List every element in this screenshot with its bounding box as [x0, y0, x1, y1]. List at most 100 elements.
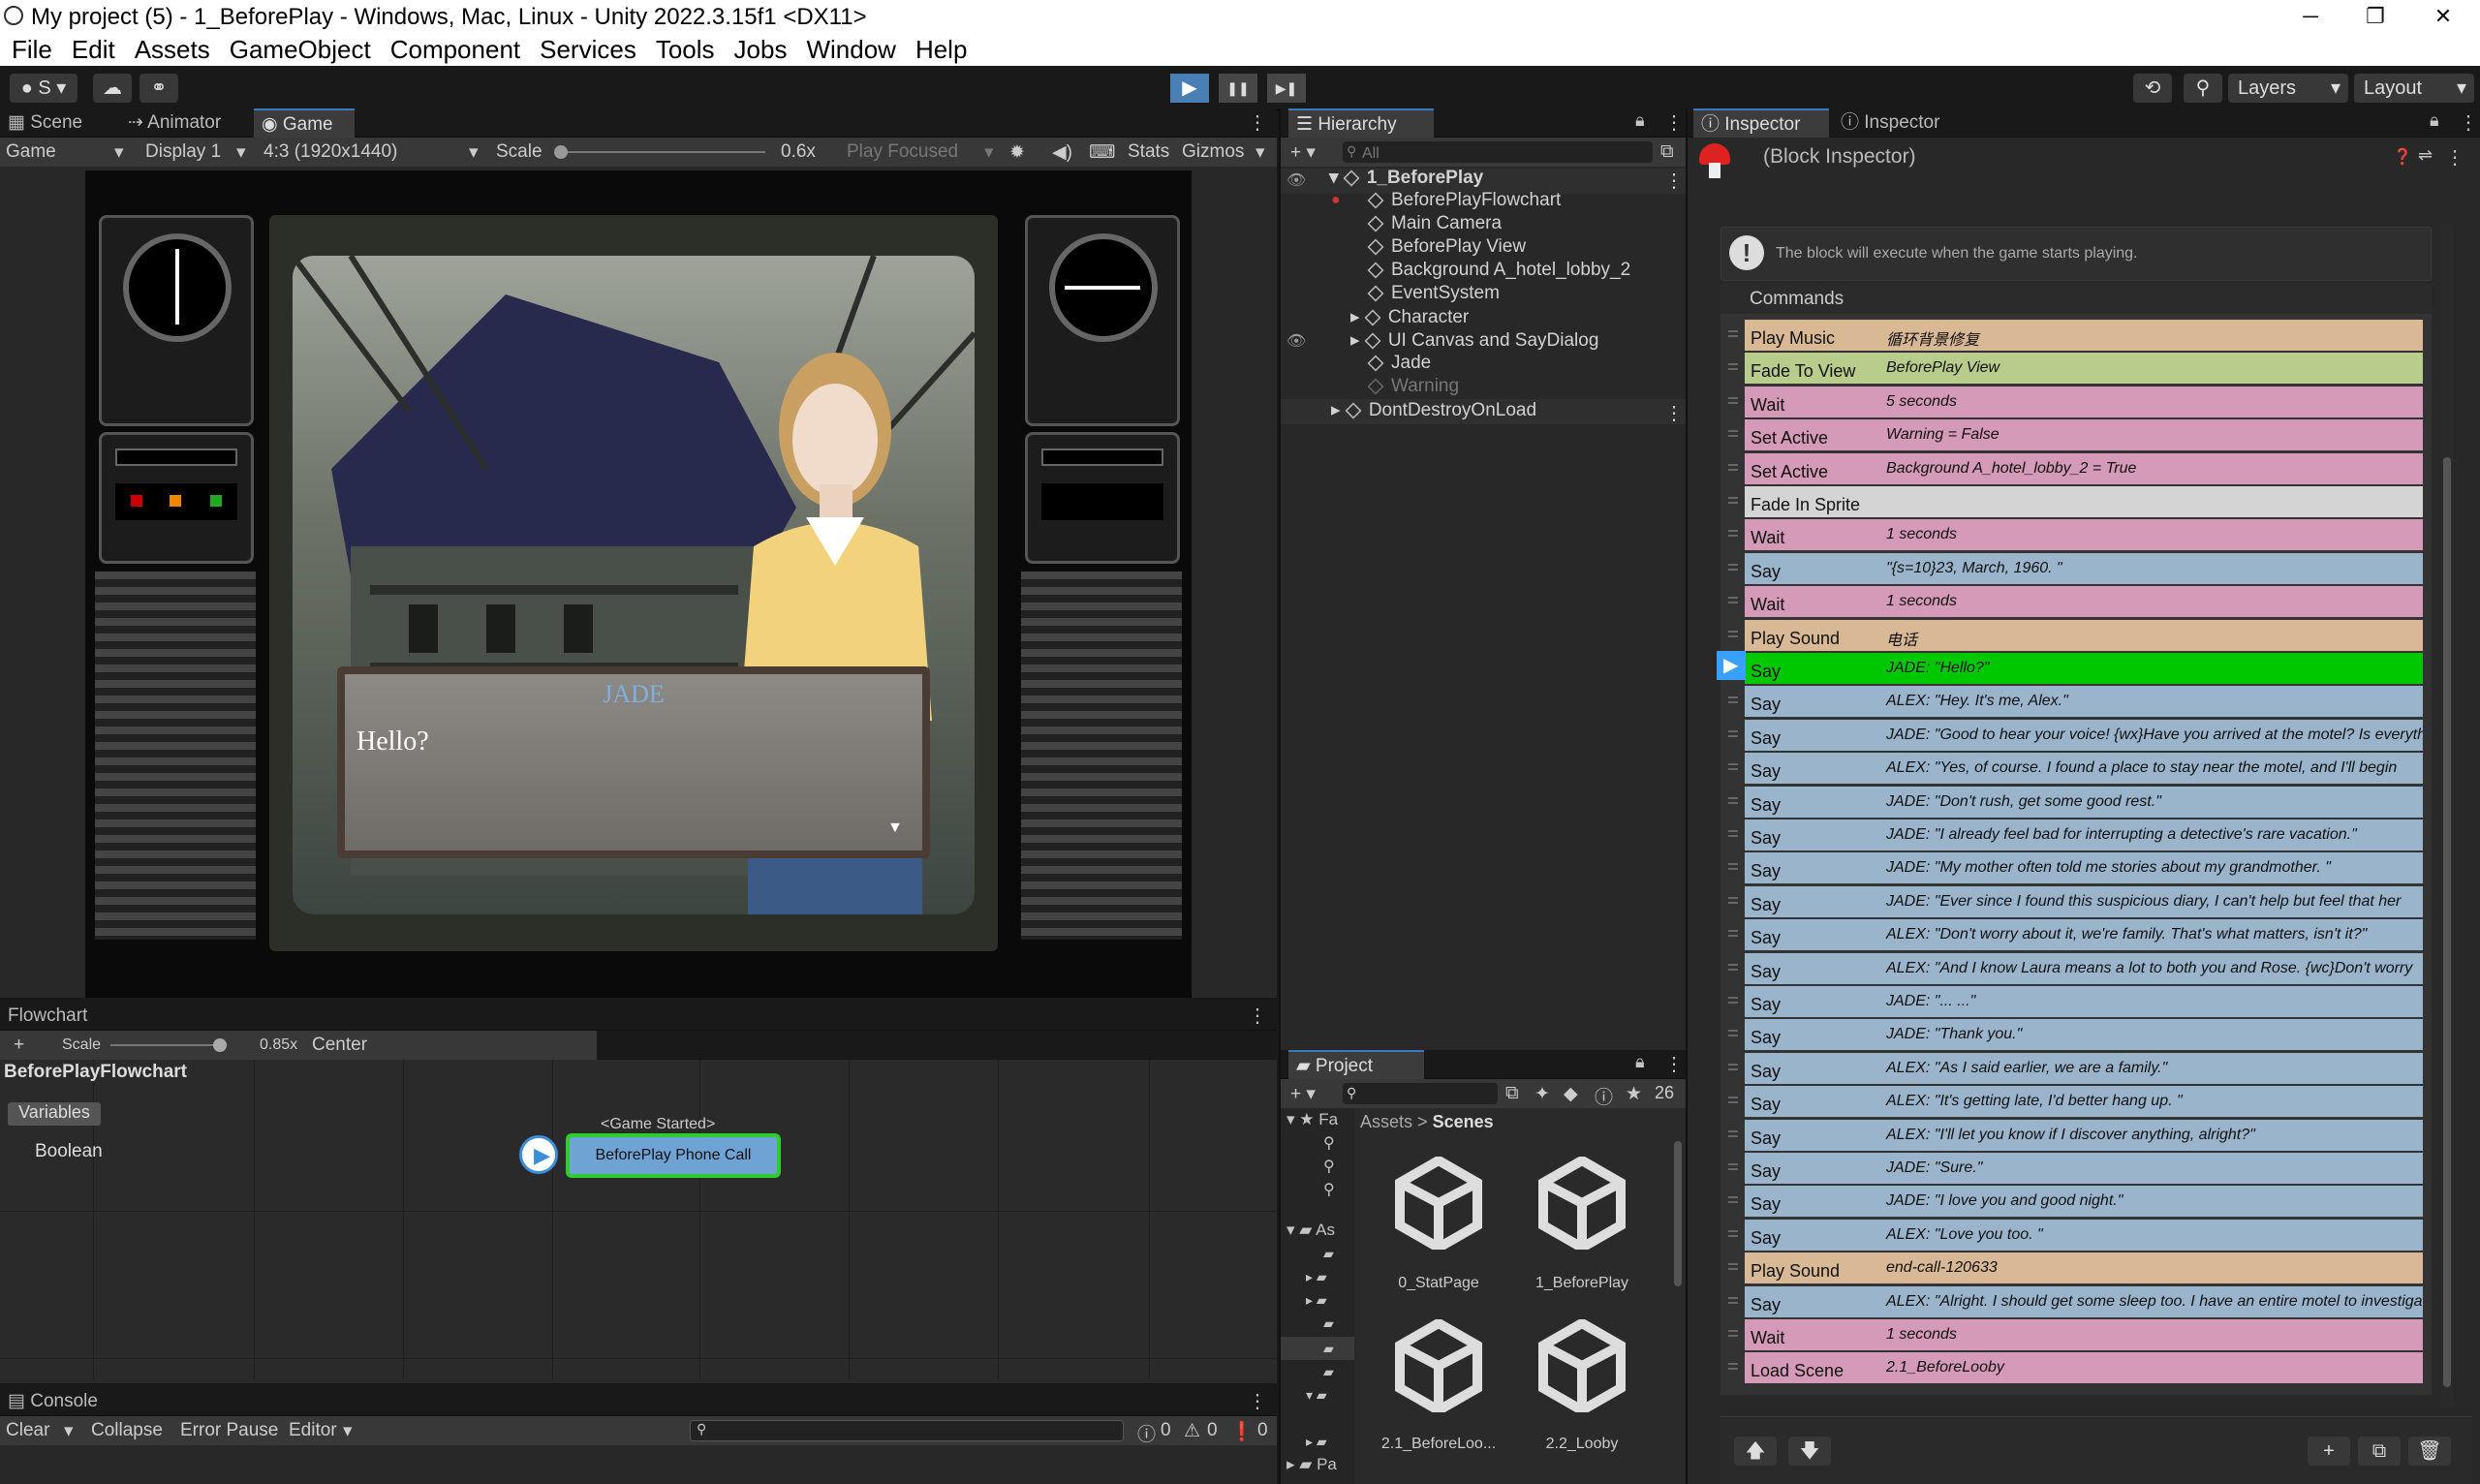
- drag-handle-icon[interactable]: [1726, 1019, 1740, 1050]
- maximize-button[interactable]: ❐: [2346, 0, 2404, 33]
- drag-handle-icon[interactable]: [1726, 1220, 1740, 1251]
- menu-tools[interactable]: Tools: [656, 33, 715, 66]
- more-icon[interactable]: ⋮: [1664, 110, 1684, 135]
- drag-handle-icon[interactable]: [1726, 419, 1740, 450]
- command-row[interactable]: Wait 5 seconds: [1745, 386, 2423, 419]
- error-pause-button[interactable]: Error Pause: [180, 1420, 278, 1441]
- drag-handle-icon[interactable]: [1726, 953, 1740, 984]
- visibility-eye-icon[interactable]: 👁︎: [1286, 170, 1306, 190]
- menu-jobs[interactable]: Jobs: [734, 33, 788, 66]
- tab-game[interactable]: ◉ Game: [254, 108, 355, 138]
- search-icon[interactable]: ⚲: [2184, 74, 2222, 103]
- packages-folder[interactable]: ▸ ▰ Pa: [1286, 1455, 1337, 1474]
- continue-arrow-icon[interactable]: ▼: [887, 819, 903, 837]
- search-icon[interactable]: ⚲: [1323, 1157, 1335, 1176]
- lock-icon[interactable]: 🔒︎: [1635, 110, 1645, 131]
- hierarchy-item-eventsystem[interactable]: EventSystem: [1367, 283, 1500, 306]
- play-focused-dropdown[interactable]: Play Focused: [847, 141, 958, 163]
- menu-edit[interactable]: Edit: [72, 33, 115, 66]
- command-row[interactable]: Play Music 循环背景修复: [1745, 320, 2423, 353]
- duplicate-command-button[interactable]: ⧉: [2358, 1437, 2401, 1466]
- drag-handle-icon[interactable]: [1726, 553, 1740, 584]
- scale-slider[interactable]: [554, 145, 765, 159]
- warning-icon[interactable]: ⚠: [1184, 1420, 1200, 1442]
- more-icon[interactable]: ⋮: [1664, 1052, 1684, 1076]
- drag-handle-icon[interactable]: [1726, 486, 1740, 517]
- command-row[interactable]: Say ALEX: "It's getting late, I'd better …: [1745, 1086, 2423, 1119]
- command-row[interactable]: Play Sound 电话: [1745, 620, 2423, 653]
- selected-folder[interactable]: ▰: [1281, 1337, 1354, 1360]
- flow-scale-slider[interactable]: [110, 1038, 227, 1052]
- close-button[interactable]: ✕: [2414, 0, 2472, 33]
- hierarchy-item-character[interactable]: ▸ Character: [1350, 306, 1469, 329]
- command-row[interactable]: Play Sound end-call-120633: [1745, 1252, 2423, 1285]
- drag-handle-icon[interactable]: [1726, 1352, 1740, 1383]
- breadcrumb-scenes[interactable]: Scenes: [1433, 1112, 1494, 1131]
- delete-command-button[interactable]: 🗑︎: [2408, 1437, 2451, 1466]
- tag-icon[interactable]: ◆: [1564, 1083, 1578, 1105]
- search-icon[interactable]: ⚲: [1323, 1133, 1335, 1153]
- lock-icon[interactable]: 🔒︎: [2430, 110, 2439, 131]
- info-icon[interactable]: ⓘ: [1137, 1420, 1156, 1446]
- folder-icon[interactable]: ▰: [1323, 1364, 1334, 1380]
- hierarchy-item-jade[interactable]: Jade: [1367, 353, 1431, 376]
- breadcrumb-assets[interactable]: Assets: [1360, 1112, 1412, 1131]
- drag-handle-icon[interactable]: [1726, 353, 1740, 384]
- scene-root[interactable]: ▾ 1_BeforePlay: [1329, 167, 1483, 190]
- command-row[interactable]: Say ALEX: "Love you too. ": [1745, 1220, 2423, 1252]
- hierarchy-item-warning[interactable]: Warning: [1367, 376, 1459, 399]
- drag-handle-icon[interactable]: [1726, 453, 1740, 484]
- variables-button[interactable]: Variables: [8, 1102, 101, 1126]
- unity-scene-icon[interactable]: [1535, 1319, 1628, 1412]
- filter-type-icon[interactable]: ⧉: [1505, 1083, 1519, 1104]
- hierarchy-item-ui-canvas[interactable]: ▸ UI Canvas and SayDialog: [1350, 329, 1598, 353]
- move-up-button[interactable]: 🡅: [1734, 1437, 1777, 1466]
- folder-icon[interactable]: ▰: [1323, 1315, 1334, 1332]
- command-row[interactable]: Fade To View BeforePlay View: [1745, 353, 2423, 386]
- command-row[interactable]: Say ALEX: "Hey. It's me, Alex.": [1745, 686, 2423, 719]
- folder-icon[interactable]: ▰: [1323, 1246, 1334, 1262]
- command-row[interactable]: Say JADE: "Hello?": [1745, 653, 2423, 686]
- filter-label-icon[interactable]: ✦: [1534, 1083, 1550, 1105]
- more-icon[interactable]: ⋮: [1248, 1389, 1267, 1413]
- bug-icon[interactable]: ✹: [1009, 141, 1025, 164]
- layout-dropdown[interactable]: Layout ▾: [2354, 74, 2474, 103]
- command-row[interactable]: Set Active Background A_hotel_lobby_2 = T…: [1745, 453, 2423, 486]
- asset-label[interactable]: 1_BeforePlay: [1509, 1275, 1655, 1292]
- drag-handle-icon[interactable]: [1726, 852, 1740, 883]
- editor-dropdown[interactable]: Editor: [289, 1420, 337, 1441]
- stats-button[interactable]: Stats: [1128, 141, 1169, 163]
- drag-handle-icon[interactable]: [1726, 386, 1740, 417]
- command-row[interactable]: Say ALEX: "As I said earlier, we are a fa…: [1745, 1053, 2423, 1086]
- drag-handle-icon[interactable]: [1726, 320, 1740, 351]
- collapse-button[interactable]: Collapse: [91, 1420, 163, 1441]
- drag-handle-icon[interactable]: [1726, 753, 1740, 784]
- drag-handle-icon[interactable]: [1726, 720, 1740, 751]
- more-icon[interactable]: ⋮: [1248, 110, 1267, 135]
- command-row[interactable]: Say JADE: "Sure.": [1745, 1153, 2423, 1186]
- block-beforeplay-phone-call[interactable]: BeforePlay Phone Call: [566, 1133, 781, 1178]
- command-row[interactable]: Say JADE: "I love you and good night.": [1745, 1186, 2423, 1219]
- favorite-star-icon[interactable]: ★: [1626, 1083, 1642, 1105]
- drag-handle-icon[interactable]: [1726, 886, 1740, 917]
- layers-dropdown[interactable]: Layers ▾: [2228, 74, 2348, 103]
- create-button[interactable]: + ▾: [1290, 1083, 1316, 1105]
- command-row[interactable]: Fade In Sprite: [1745, 486, 2423, 519]
- inspector-scrollbar[interactable]: [2441, 225, 2453, 1408]
- tab-inspector-1[interactable]: ⓘ Inspector: [1693, 108, 1829, 138]
- tab-hierarchy[interactable]: ☰ Hierarchy: [1288, 108, 1434, 138]
- unity-scene-icon[interactable]: [1535, 1157, 1628, 1250]
- visibility-eye-icon[interactable]: 👁︎: [1286, 331, 1306, 351]
- inspector-scroll-thumb[interactable]: [2443, 457, 2451, 1387]
- resolution-dropdown[interactable]: 4:3 (1920x1440): [264, 141, 397, 163]
- project-scrollbar[interactable]: [1674, 1141, 1682, 1286]
- drag-handle-icon[interactable]: [1726, 686, 1740, 717]
- hidden-packages-icon[interactable]: ⓘ: [1595, 1083, 1613, 1109]
- keyboard-icon[interactable]: ⌨: [1089, 141, 1115, 164]
- move-down-button[interactable]: 🡇: [1788, 1437, 1831, 1466]
- lock-icon[interactable]: 🔒︎: [1635, 1052, 1645, 1072]
- assets-folder[interactable]: ▾ ▰ As: [1286, 1221, 1335, 1240]
- tab-project[interactable]: ▰ Project: [1288, 1050, 1424, 1079]
- command-row[interactable]: Wait 1 seconds: [1745, 586, 2423, 619]
- folder-icon[interactable]: ▸ ▰: [1306, 1269, 1327, 1285]
